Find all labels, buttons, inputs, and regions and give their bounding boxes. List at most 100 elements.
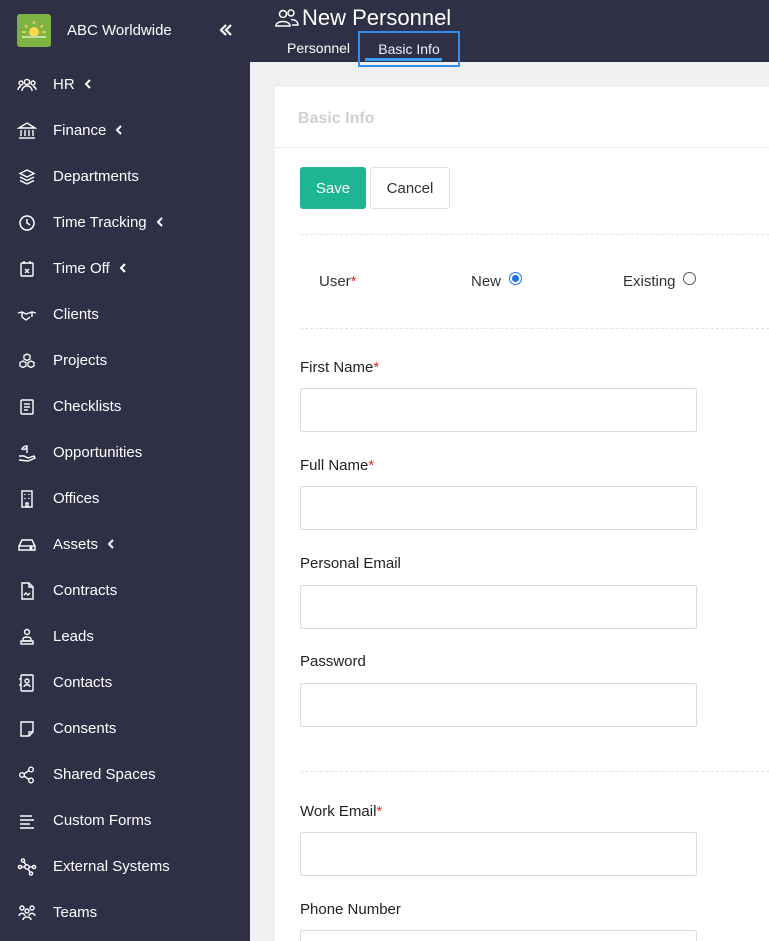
handshake-icon [17, 305, 37, 325]
phone-number-field[interactable] [300, 930, 697, 941]
sun-icon [22, 21, 46, 38]
sidebar-item-label: Offices [53, 490, 100, 507]
divider [300, 328, 769, 329]
top-header: New Personnel Personnel Basic Info [250, 0, 769, 67]
people-group-icon [17, 75, 37, 95]
collapse-sidebar-icon[interactable] [216, 20, 236, 40]
sidebar-item-label: Contacts [53, 674, 113, 691]
sidebar-item-time-off[interactable]: Time Off [0, 246, 250, 292]
work-email-field[interactable] [300, 832, 697, 876]
form-lines-icon [17, 811, 37, 831]
calendar-x-icon [17, 259, 37, 279]
checklist-icon [17, 397, 37, 417]
sidebar-item-leads[interactable]: Leads [0, 614, 250, 660]
sidebar-item-finance[interactable]: Finance [0, 108, 250, 154]
sidebar: ABC Worldwide HR Finance Departments Tim… [0, 0, 250, 941]
sidebar-item-label: Leads [53, 628, 94, 645]
sidebar-item-label: Custom Forms [53, 812, 152, 829]
chevron-left-icon [115, 122, 123, 139]
contact-book-icon [17, 673, 37, 693]
share-nodes-icon [17, 765, 37, 785]
sidebar-item-external-systems[interactable]: External Systems [0, 844, 250, 890]
sidebar-item-label: HR [53, 76, 75, 93]
page-title: New Personnel [302, 5, 452, 30]
sidebar-item-label: External Systems [53, 858, 170, 875]
radio-new-label: New [471, 273, 502, 290]
full-name-field[interactable] [300, 486, 697, 530]
password-field[interactable] [300, 683, 697, 727]
sidebar-item-teams[interactable]: Teams [0, 890, 250, 936]
contract-document-icon [17, 581, 37, 601]
sidebar-item-label: Time Off [53, 260, 110, 277]
divider [300, 771, 769, 772]
network-icon [17, 857, 37, 877]
tab-personnel[interactable]: Personnel [287, 31, 350, 67]
sidebar-item-label: Assets [53, 536, 99, 553]
sidebar-item-hr[interactable]: HR [0, 62, 250, 108]
layers-icon [17, 167, 37, 187]
radio-existing[interactable] [683, 272, 696, 285]
hard-drive-icon [17, 535, 37, 555]
form-panel: Basic Info Save Cancel User* New Existin… [275, 87, 769, 941]
chevron-left-icon [156, 214, 164, 231]
sidebar-item-contracts[interactable]: Contracts [0, 568, 250, 614]
sidebar-item-shared-spaces[interactable]: Shared Spaces [0, 752, 250, 798]
cubes-icon [17, 351, 37, 371]
active-tab-indicator [365, 58, 442, 61]
personal-email-label: Personal Email [300, 555, 401, 572]
radio-new[interactable] [509, 272, 522, 285]
brand-logo[interactable] [17, 14, 51, 47]
personal-email-field[interactable] [300, 585, 697, 629]
chevron-left-icon [119, 260, 127, 277]
phone-number-label: Phone Number [300, 901, 401, 918]
sidebar-item-custom-forms[interactable]: Custom Forms [0, 798, 250, 844]
radio-existing-label: Existing [623, 273, 676, 290]
building-icon [17, 489, 37, 509]
first-name-label: First Name* [300, 359, 380, 376]
divider [300, 234, 769, 235]
full-name-label: Full Name* [300, 457, 375, 474]
sidebar-item-label: Teams [53, 904, 98, 921]
sidebar-item-contacts[interactable]: Contacts [0, 660, 250, 706]
save-button[interactable]: Save [300, 167, 366, 209]
sidebar-item-label: Consents [53, 720, 117, 737]
sidebar-item-time-tracking[interactable]: Time Tracking [0, 200, 250, 246]
brand-name: ABC Worldwide [67, 22, 172, 39]
chevron-left-icon [107, 536, 115, 553]
sidebar-item-label: Finance [53, 122, 107, 139]
clock-icon [17, 213, 37, 233]
brand: ABC Worldwide [0, 0, 250, 62]
person-stand-icon [17, 627, 37, 647]
sidebar-item-departments[interactable]: Departments [0, 154, 250, 200]
panel-header: Basic Info [275, 87, 769, 148]
sidebar-item-label: Opportunities [53, 444, 143, 461]
cancel-button[interactable]: Cancel [370, 167, 450, 209]
team-icon [17, 903, 37, 923]
sidebar-item-label: Shared Spaces [53, 766, 156, 783]
first-name-field[interactable] [300, 388, 697, 432]
sidebar-item-label: Clients [53, 306, 99, 323]
sidebar-item-label: Checklists [53, 398, 122, 415]
section-title: Basic Info [298, 110, 375, 127]
tab-label: Basic Info [378, 41, 440, 57]
sidebar-item-consents[interactable]: Consents [0, 706, 250, 752]
sidebar-item-label: Contracts [53, 582, 118, 599]
user-type-label: User* [319, 273, 357, 290]
bank-icon [16, 121, 38, 141]
chevron-left-icon [84, 76, 92, 93]
password-label: Password [300, 653, 366, 670]
sidebar-item-offices[interactable]: Offices [0, 476, 250, 522]
sidebar-item-clients[interactable]: Clients [0, 292, 250, 338]
sidebar-item-label: Departments [53, 168, 139, 185]
tab-label: Personnel [287, 40, 351, 56]
sidebar-item-label: Time Tracking [53, 214, 147, 231]
note-icon [17, 719, 37, 739]
sidebar-item-label: Projects [53, 352, 108, 369]
work-email-label: Work Email* [300, 803, 383, 820]
sidebar-item-checklists[interactable]: Checklists [0, 384, 250, 430]
tab-basic-info[interactable]: Basic Info [358, 31, 460, 67]
sidebar-item-projects[interactable]: Projects [0, 338, 250, 384]
sidebar-item-assets[interactable]: Assets [0, 522, 250, 568]
hand-seedling-icon [17, 443, 37, 463]
sidebar-item-opportunities[interactable]: Opportunities [0, 430, 250, 476]
